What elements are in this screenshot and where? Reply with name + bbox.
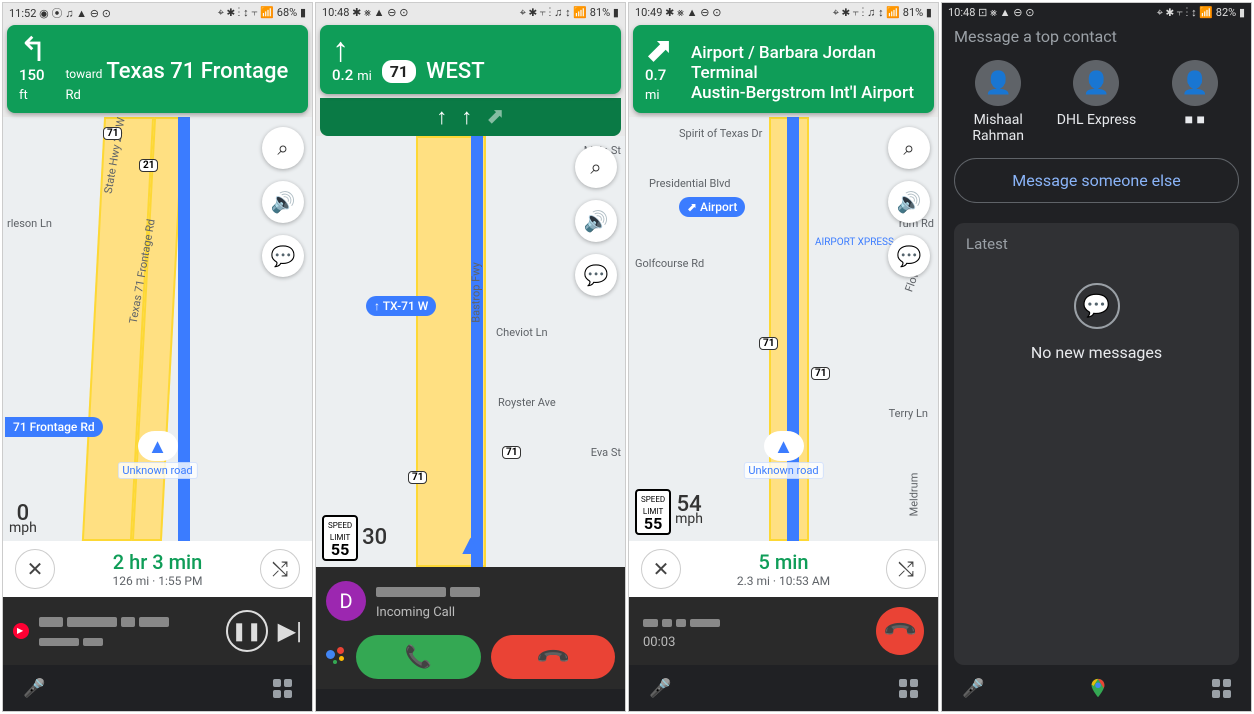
latest-messages-card: Latest 💬 No new messages: [954, 223, 1239, 665]
map-view[interactable]: Presidential Blvd Golfcourse Rd Spirit o…: [629, 117, 938, 541]
report-icon[interactable]: 💬: [575, 254, 617, 296]
system-nav-bar: 🎤: [942, 665, 1251, 711]
destination-label-1: Airport / Barbara Jordan Terminal: [691, 43, 922, 83]
eta-time: 2 hr 3 min: [113, 550, 203, 574]
person-icon: 👤: [1172, 60, 1218, 106]
hangup-button[interactable]: 📞: [866, 597, 934, 665]
caller-avatar: D: [326, 581, 366, 621]
phone-screen-1: 11:52 ◉ ⦿ ♫ ▲ ⊖ ⊙ ⌖ ✱ ⋮ ↕ ⫟ 📶 68% ▮ ↰ 15…: [2, 2, 313, 712]
empty-state-text: No new messages: [966, 343, 1227, 362]
incoming-call-bar: D Incoming Call: [316, 567, 625, 635]
navigation-direction-card[interactable]: ↑ 0.2 mi 71 WEST: [320, 25, 621, 94]
current-location-icon: ▲: [451, 529, 491, 559]
navigation-direction-card[interactable]: ↰ 150 ft toward Texas 71 Frontage Rd: [7, 25, 308, 113]
current-location-icon: ▲: [764, 431, 804, 461]
straight-arrow-icon: ↑: [332, 35, 372, 65]
fork-right-icon: ⬈: [645, 35, 681, 65]
eta-detail: 126 mi · 1:55 PM: [113, 574, 203, 588]
decline-call-button[interactable]: 📞: [491, 635, 616, 679]
call-duration: 00:03: [643, 635, 675, 650]
contact-item[interactable]: 👤 Mishaal Rahman: [954, 60, 1042, 144]
system-nav-bar: 🎤: [3, 665, 312, 711]
turn-left-icon: ↰: [19, 35, 56, 65]
status-bar: 11:52 ◉ ⦿ ♫ ▲ ⊖ ⊙ ⌖ ✱ ⋮ ↕ ⫟ 📶 68% ▮: [3, 3, 312, 23]
navigation-direction-card[interactable]: ⬈ 0.7 mi Airport / Barbara Jordan Termin…: [633, 25, 934, 113]
close-button[interactable]: ✕: [641, 549, 681, 589]
sound-icon[interactable]: 🔊: [888, 181, 930, 223]
message-someone-else-button[interactable]: Message someone else: [954, 158, 1239, 203]
call-status-label: Incoming Call: [376, 605, 455, 620]
eta-bar[interactable]: ✕ 2 hr 3 min 126 mi · 1:55 PM ⤭: [3, 541, 312, 597]
message-icon: 💬: [1074, 283, 1120, 329]
answer-call-button[interactable]: 📞: [356, 635, 481, 679]
person-icon: 👤: [975, 60, 1021, 106]
maps-icon[interactable]: [1087, 677, 1109, 699]
destination-label-2: Austin-Bergstrom Int'l Airport: [691, 83, 922, 103]
toward-label: toward: [66, 67, 103, 81]
route-label: ↑ TX-71 W: [366, 296, 436, 316]
app-grid-icon[interactable]: [273, 679, 292, 698]
speed-indicator: 0mph: [9, 507, 37, 535]
contact-item[interactable]: 👤 ■ ■: [1151, 60, 1239, 144]
speed-indicator: SPEEDLIMIT55 54mph: [635, 489, 703, 535]
ongoing-call-bar[interactable]: 00:03 📞: [629, 597, 938, 665]
person-icon: 👤: [1073, 60, 1119, 106]
media-playback-bar[interactable]: ❚❚ ▶|: [3, 597, 312, 665]
direction-label: WEST: [426, 59, 485, 84]
search-icon[interactable]: ⌕: [575, 146, 617, 188]
phone-screen-3: 10:49 ✱ ⨳ ▲ ⊖ ⊙ ⌖ ✱ ⫟ ⋮ ♫ ↕ 📶 81% ▮ ⬈ 0.…: [628, 2, 939, 712]
phone-screen-2: 10:48 ✱ ⨳ ▲ ⊖ ⊙ ⌖ ✱ ⫟ ⋮ ♫ ↕ 📶 81% ▮ ↑ 0.…: [315, 2, 626, 712]
route-label: ⬈ Airport: [679, 197, 745, 217]
system-nav-bar: 🎤: [629, 665, 938, 711]
close-button[interactable]: ✕: [15, 549, 55, 589]
search-icon[interactable]: ⌕: [888, 127, 930, 169]
assistant-mic-icon[interactable]: 🎤: [962, 678, 984, 699]
route-label: 71 Frontage Rd: [5, 417, 103, 437]
system-nav-bar: [316, 689, 625, 711]
status-bar: 10:48 ✱ ⨳ ▲ ⊖ ⊙ ⌖ ✱ ⫟ ⋮ ♫ ↕ 📶 81% ▮: [316, 3, 625, 23]
alt-routes-button[interactable]: ⤭: [886, 549, 926, 589]
map-view[interactable]: rleson Ln State Hwy 21 W Texas 71 Fronta…: [3, 117, 312, 541]
eta-time: 5 min: [737, 550, 830, 574]
top-contacts-row: 👤 Mishaal Rahman 👤 DHL Express 👤 ■ ■: [954, 60, 1239, 144]
sound-icon[interactable]: 🔊: [575, 200, 617, 242]
pause-button[interactable]: ❚❚: [226, 610, 268, 652]
current-location-icon: ▲: [138, 431, 178, 461]
speed-indicator: SPEEDLIMIT55 30: [322, 515, 387, 561]
eta-detail: 2.3 mi · 10:53 AM: [737, 574, 830, 588]
report-icon[interactable]: 💬: [262, 235, 304, 277]
lane-guidance: ↑ ↑ ⬈: [320, 98, 621, 136]
youtube-music-icon: [13, 623, 29, 639]
eta-bar[interactable]: ✕ 5 min 2.3 mi · 10:53 AM ⤭: [629, 541, 938, 597]
phone-screen-4: 10:48 ⊡ ⨳ ▲ ⊖ ⊙ ⌖ ✱ ⫟ ⋮ ↕ 📶 82% ▮ Messag…: [941, 2, 1252, 712]
highway-shield: 71: [382, 60, 416, 83]
card-title: Latest: [966, 235, 1227, 253]
alt-routes-button[interactable]: ⤭: [260, 549, 300, 589]
status-bar: 10:49 ✱ ⨳ ▲ ⊖ ⊙ ⌖ ✱ ⫟ ⋮ ♫ ↕ 📶 81% ▮: [629, 3, 938, 23]
sound-icon[interactable]: 🔊: [262, 181, 304, 223]
assistant-mic-icon[interactable]: 🎤: [649, 678, 671, 699]
app-grid-icon[interactable]: [899, 679, 918, 698]
destination-road: Texas 71 Frontage: [106, 59, 288, 84]
map-view[interactable]: Bastrop Fwy Cheviot Ln Royster Ave Eva S…: [316, 136, 625, 567]
app-grid-icon[interactable]: [1212, 679, 1231, 698]
contact-item[interactable]: 👤 DHL Express: [1052, 60, 1140, 144]
assistant-icon[interactable]: [326, 647, 346, 667]
search-icon[interactable]: ⌕: [262, 127, 304, 169]
next-track-button[interactable]: ▶|: [278, 617, 302, 645]
report-icon[interactable]: 💬: [888, 235, 930, 277]
section-header: Message a top contact: [954, 27, 1239, 46]
assistant-mic-icon[interactable]: 🎤: [23, 678, 45, 699]
status-bar: 10:48 ⊡ ⨳ ▲ ⊖ ⊙ ⌖ ✱ ⫟ ⋮ ↕ 📶 82% ▮: [942, 3, 1251, 23]
